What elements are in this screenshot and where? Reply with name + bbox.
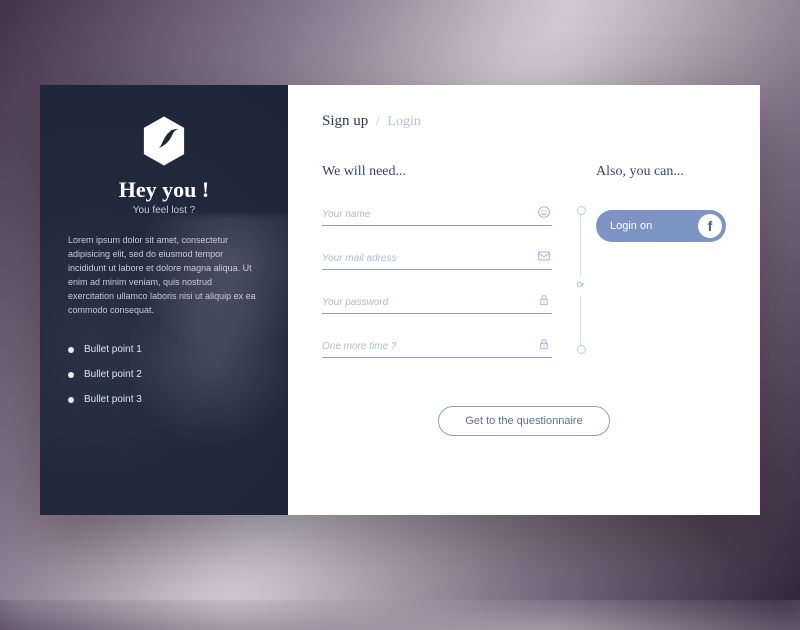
envelope-icon <box>536 248 552 264</box>
facebook-login-button[interactable]: Login on f <box>596 210 726 242</box>
name-input[interactable] <box>322 204 552 226</box>
email-input[interactable] <box>322 248 552 270</box>
tab-signup[interactable]: Sign up <box>322 113 368 129</box>
bullet-item: Bullet point 3 <box>68 394 260 405</box>
lock-icon <box>536 292 552 308</box>
name-field-row <box>322 204 552 226</box>
password-confirm-input[interactable] <box>322 336 552 358</box>
password-field-row <box>322 292 552 314</box>
logo-icon <box>136 113 192 169</box>
form-panel: Sign up / Login We will need... <box>288 85 760 515</box>
social-heading: Also, you can... <box>596 164 726 180</box>
cta-row: Get to the questionnaire <box>322 406 726 436</box>
bullet-item: Bullet point 2 <box>68 369 260 380</box>
hero-body: Lorem ipsum dolor sit amet, consectetur … <box>68 234 260 318</box>
tab-login[interactable]: Login <box>387 114 420 129</box>
social-button-label: Login on <box>610 220 652 232</box>
password-confirm-field-row <box>322 336 552 358</box>
auth-tabs: Sign up / Login <box>322 113 726 130</box>
signup-form: We will need... <box>322 164 552 380</box>
hero-title: Hey you ! <box>68 177 260 203</box>
tab-separator: / <box>376 113 380 128</box>
hero-bullets: Bullet point 1 Bullet point 2 Bullet poi… <box>68 344 260 405</box>
facebook-icon: f <box>698 214 722 238</box>
or-label: Or <box>571 276 590 295</box>
bullet-item: Bullet point 1 <box>68 344 260 355</box>
signup-card: Hey you ! You feel lost ? Lorem ipsum do… <box>40 85 760 515</box>
hero-panel: Hey you ! You feel lost ? Lorem ipsum do… <box>40 85 288 515</box>
password-input[interactable] <box>322 292 552 314</box>
brand-block: Hey you ! You feel lost ? <box>68 113 260 216</box>
form-heading: We will need... <box>322 164 552 180</box>
questionnaire-button[interactable]: Get to the questionnaire <box>438 406 609 436</box>
smiley-icon <box>536 204 552 220</box>
email-field-row <box>322 248 552 270</box>
form-columns: We will need... <box>322 164 726 380</box>
hero-subtitle: You feel lost ? <box>68 205 260 216</box>
lock-icon <box>536 336 552 352</box>
